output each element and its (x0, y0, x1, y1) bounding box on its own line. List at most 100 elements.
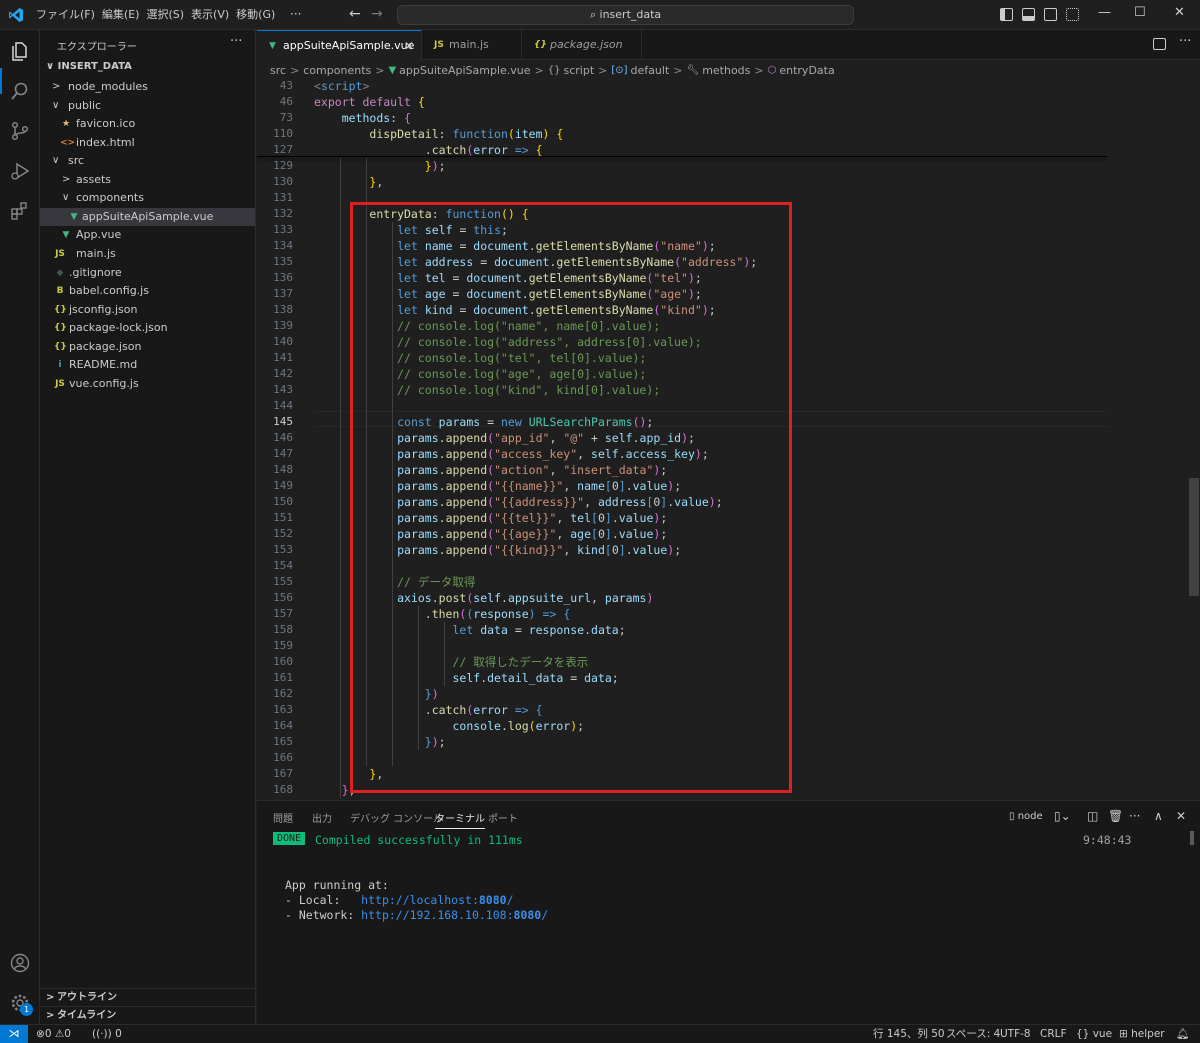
editor-more-button[interactable]: ··· (1179, 34, 1191, 49)
language-mode[interactable]: {} vue (1076, 1025, 1112, 1043)
menu-edit[interactable]: 編集(E) (102, 0, 147, 30)
source-control-icon[interactable] (9, 120, 31, 142)
maximize-button[interactable]: ☐ (1134, 5, 1146, 20)
breadcrumb-file[interactable]: appSuiteApiSample.vue (399, 64, 530, 77)
workspace-root[interactable]: ∨ INSERT_DATA (46, 61, 132, 72)
minimize-button[interactable]: — (1098, 5, 1111, 20)
extensions-icon[interactable] (9, 200, 31, 222)
ports-status[interactable]: ((·)) 0 (92, 1025, 122, 1043)
tree-item-components[interactable]: ∨ components (40, 189, 255, 207)
tree-item-label: assets (76, 173, 112, 186)
network-url-link[interactable]: http://192.168.10.108:8080/ (361, 908, 548, 922)
breadcrumb-src[interactable]: src (270, 64, 286, 77)
chevron-right-icon: > (534, 63, 544, 77)
explorer-more-button[interactable]: ··· (230, 34, 242, 49)
explorer-icon[interactable] (9, 40, 31, 62)
new-terminal-dropdown-icon[interactable]: ▯⌄ (1054, 809, 1071, 823)
chevron-right-icon: > (46, 1010, 55, 1021)
timeline-section[interactable]: > タイムライン (40, 1006, 255, 1024)
tree-item-appsuiteapisample-vue[interactable]: ▼ appSuiteApiSample.vue (40, 208, 255, 226)
vue-file-icon: ▼ (269, 41, 276, 51)
line-number: 145 (273, 415, 293, 428)
tree-item-label: index.html (76, 136, 135, 149)
toggle-sidebar-icon[interactable] (1000, 8, 1013, 21)
tree-item-readme-md[interactable]: i README.md (40, 356, 255, 374)
trash-icon[interactable]: 🗑︎ (1108, 809, 1123, 823)
highlight-box-annotation (350, 202, 792, 793)
tab-appsuiteapisample-vue[interactable]: ▼ appSuiteApiSample.vue ✕ (257, 30, 422, 61)
line-number: 149 (273, 479, 293, 492)
local-url: http://localhost: (361, 893, 479, 907)
tab-problems[interactable]: 問題 (273, 810, 293, 825)
tree-item-node-modules[interactable]: > node_modules (40, 78, 255, 96)
customize-layout-icon[interactable] (1066, 8, 1079, 21)
menu-selection[interactable]: 選択(S) (146, 0, 191, 30)
tab-terminal[interactable]: ターミナル (435, 810, 485, 829)
tab-package-json[interactable]: {} package.json (522, 30, 642, 60)
tree-item-jsconfig-json[interactable]: {} jsconfig.json (40, 301, 255, 319)
local-url-link[interactable]: http://localhost:8080/ (361, 893, 513, 907)
tree-item-babel-config-js[interactable]: Bbabel.config.js (40, 282, 255, 300)
forward-arrow-icon[interactable]: → (371, 6, 383, 22)
search-icon[interactable] (9, 80, 31, 102)
split-terminal-icon[interactable]: ◫ (1087, 809, 1098, 823)
breadcrumb-methods[interactable]: methods (702, 64, 750, 77)
terminal-selector[interactable]: ▯ node (1009, 811, 1043, 822)
close-panel-icon[interactable]: ✕ (1176, 809, 1186, 823)
chevron-right-icon: > (62, 174, 71, 185)
tree-item-package-json[interactable]: {} package.json (40, 338, 255, 356)
terminal-scrollbar[interactable] (1190, 831, 1194, 845)
helper-status[interactable]: ⊞ helper (1119, 1025, 1165, 1043)
tab-main-js[interactable]: JS main.js (422, 30, 522, 60)
breadcrumb-script[interactable]: script (563, 64, 594, 77)
indentation-status[interactable]: スペース: 4 (946, 1025, 1000, 1043)
tree-item-src[interactable]: ∨ src (40, 152, 255, 170)
tab-output[interactable]: 出力 (312, 810, 332, 825)
tree-item-index-html[interactable]: <> index.html (40, 134, 255, 152)
back-arrow-icon[interactable]: ← (349, 6, 361, 22)
editor-tabs: ▼ appSuiteApiSample.vue ✕ JS main.js {} … (257, 30, 1200, 61)
wrench-icon: 🔧︎ (686, 64, 700, 76)
account-icon[interactable] (9, 952, 31, 974)
tree-item-vue-config-js[interactable]: JS vue.config.js (40, 375, 255, 393)
breadcrumb-components[interactable]: components (303, 64, 371, 77)
menu-file[interactable]: ファイル(F) (36, 0, 102, 30)
tree-item-favicon-ico[interactable]: ★ favicon.ico (40, 115, 255, 133)
maximize-panel-icon[interactable]: ∧ (1154, 809, 1163, 823)
status-bar: ⋊ ⊗0 ⚠0 ((·)) 0 行 145、列 50 スペース: 4 UTF-8… (0, 1024, 1200, 1043)
tab-debug-console[interactable]: デバッグ コンソール (350, 810, 443, 825)
line-number: 150 (273, 495, 293, 508)
command-center-search[interactable]: ⌕ insert_data (397, 5, 854, 25)
run-debug-icon[interactable] (9, 160, 31, 182)
js-file-icon: JS (55, 249, 65, 259)
close-window-button[interactable]: ✕ (1174, 5, 1185, 20)
menu-go[interactable]: 移動(G) (236, 0, 282, 30)
panel-more-button[interactable]: ··· (1129, 809, 1140, 823)
breadcrumb-entrydata[interactable]: entryData (779, 64, 834, 77)
more-menu-button[interactable]: ··· (290, 0, 301, 28)
tree-item-gitignore[interactable]: ◆ .gitignore (40, 264, 255, 282)
line-number: 140 (273, 335, 293, 348)
split-editor-icon[interactable] (1153, 38, 1166, 50)
eol-status[interactable]: CRLF (1040, 1025, 1067, 1043)
problems-status[interactable]: ⊗0 ⚠0 (36, 1025, 71, 1043)
close-icon[interactable]: ✕ (404, 31, 414, 61)
cursor-position[interactable]: 行 145、列 50 (873, 1025, 945, 1043)
outline-section[interactable]: > アウトライン (40, 988, 255, 1006)
menu-view[interactable]: 表示(V) (191, 0, 236, 30)
breadcrumb-default[interactable]: default (631, 64, 670, 77)
toggle-panel-icon[interactable] (1022, 8, 1035, 21)
bell-icon[interactable]: 🔔︎ (1176, 1025, 1189, 1043)
line-number: 110 (273, 127, 293, 140)
tree-item-app-vue[interactable]: ▼ App.vue (40, 226, 255, 244)
toggle-secondary-sidebar-icon[interactable] (1044, 8, 1057, 21)
local-url-line: - Local: http://localhost:8080/ (285, 893, 514, 908)
tree-item-public[interactable]: ∨ public (40, 97, 255, 115)
editor-scrollbar[interactable] (1189, 478, 1199, 596)
tab-ports[interactable]: ポート (488, 810, 518, 825)
tree-item-main-js[interactable]: JS main.js (40, 245, 255, 263)
tree-item-package-lock-json[interactable]: {} package-lock.json (40, 319, 255, 337)
remote-indicator-icon[interactable]: ⋊ (0, 1025, 28, 1043)
encoding-status[interactable]: UTF-8 (1000, 1025, 1031, 1043)
tree-item-assets[interactable]: > assets (40, 171, 255, 189)
